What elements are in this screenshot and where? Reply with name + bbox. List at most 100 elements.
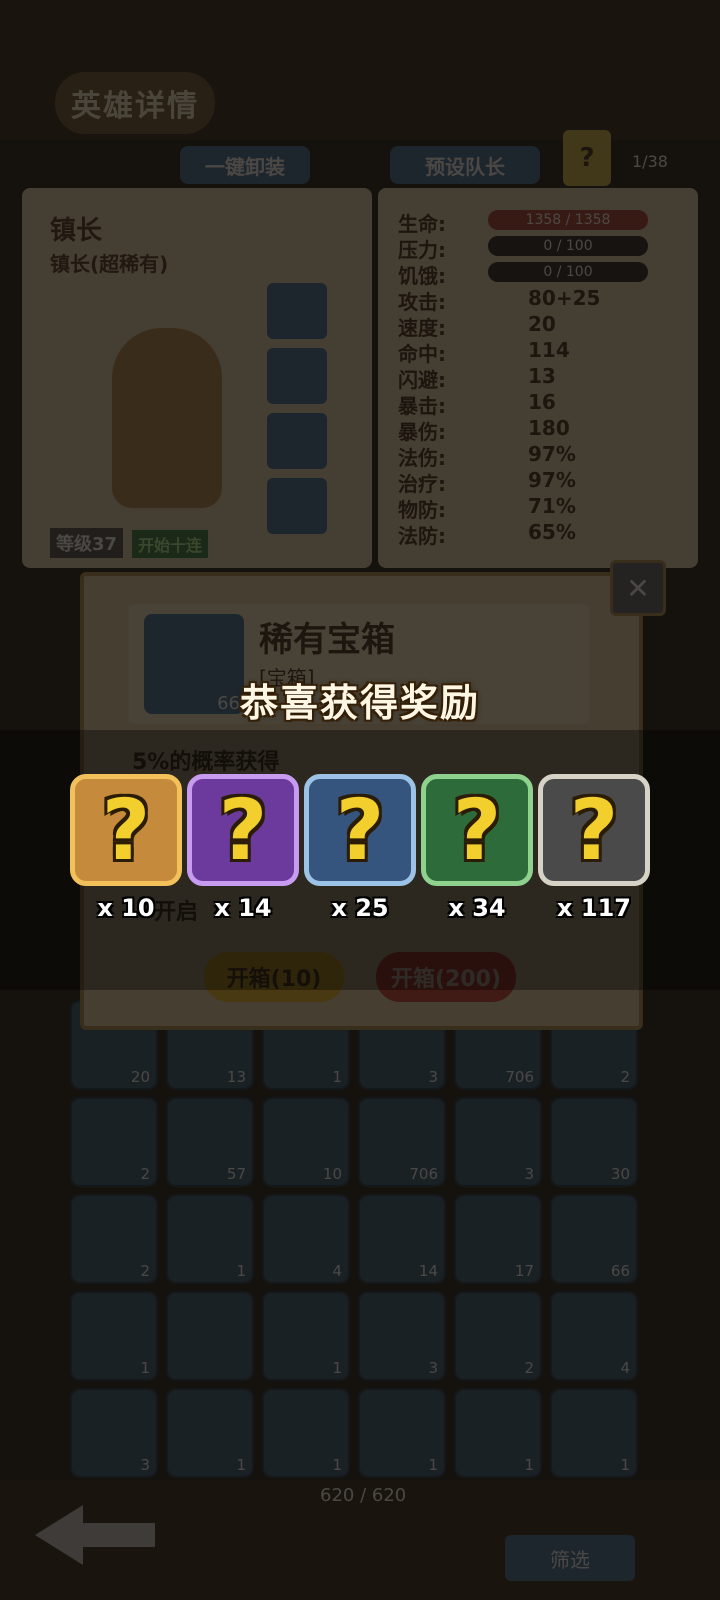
reward-count-2: x 14 [214, 894, 272, 922]
stat-label: 压力: [398, 238, 446, 262]
inventory-slot[interactable]: 14 [358, 1194, 446, 1284]
inventory-slot-count: 1 [236, 1456, 246, 1474]
question-mark-icon: ? [335, 781, 385, 879]
stat-value: 0 / 100 [488, 236, 648, 256]
inventory-slot-count: 1 [140, 1359, 150, 1377]
stat-value: 114 [528, 338, 570, 362]
inventory-slot-count: 13 [226, 1068, 246, 1086]
inventory-slot-count: 1 [620, 1456, 630, 1474]
inventory-slot[interactable]: 3 [454, 1097, 542, 1187]
help-button[interactable]: ? [563, 130, 611, 186]
inventory-slot-count: 3 [428, 1359, 438, 1377]
inventory-slot[interactable]: 1 [166, 1388, 254, 1478]
inventory-slot-count: 706 [505, 1068, 534, 1086]
stat-label: 法伤: [398, 446, 446, 470]
stat-value: 97% [528, 442, 576, 466]
stat-value: 80+25 [528, 286, 601, 310]
inventory-count: 620 / 620 [320, 1485, 407, 1506]
reward-count-4: x 34 [448, 894, 506, 922]
equip-slot-weapon[interactable] [267, 283, 327, 339]
stat-label: 法防: [398, 524, 446, 548]
inventory-slot-count: 2 [524, 1359, 534, 1377]
inventory-slot-count: 2 [620, 1068, 630, 1086]
reward-item-1[interactable]: ? [70, 774, 182, 886]
stat-label: 物防: [398, 498, 446, 522]
reward-item-4[interactable]: ? [421, 774, 533, 886]
stat-label: 治疗: [398, 472, 446, 496]
inventory-slot[interactable]: 66 [550, 1194, 638, 1284]
stat-value: 71% [528, 494, 576, 518]
inventory-slot-count: 66 [610, 1262, 630, 1280]
reward-count-1: x 10 [97, 894, 155, 922]
inventory-slot[interactable]: 1 [358, 1388, 446, 1478]
question-mark-icon: ? [569, 781, 619, 879]
stat-value: 97% [528, 468, 576, 492]
inventory-slot[interactable]: 30 [550, 1097, 638, 1187]
stat-value: 65% [528, 520, 576, 544]
inventory-slot-count: 4 [332, 1262, 342, 1280]
inventory-slot[interactable]: 3 [70, 1388, 158, 1478]
equip-slot-trinket[interactable] [267, 478, 327, 534]
inventory-slot-count: 17 [514, 1262, 534, 1280]
stat-label: 暴击: [398, 394, 446, 418]
inventory-slot[interactable]: 17 [454, 1194, 542, 1284]
inventory-slot-count: 2 [140, 1165, 150, 1183]
inventory-slot[interactable] [166, 1291, 254, 1381]
equip-slot-accessory[interactable] [267, 413, 327, 469]
inventory-slot[interactable]: 57 [166, 1097, 254, 1187]
item-name: 稀有宝箱 [259, 620, 395, 660]
inventory-slot-count: 30 [610, 1165, 630, 1183]
stat-value: 16 [528, 390, 556, 414]
stat-value: 0 / 100 [488, 262, 648, 282]
hero-name: 镇长 [50, 216, 103, 246]
inventory-slot[interactable]: 2 [454, 1291, 542, 1381]
inventory-slot[interactable]: 2 [70, 1097, 158, 1187]
inventory-slot[interactable]: 2 [70, 1194, 158, 1284]
inventory-slot[interactable]: 1 [262, 1388, 350, 1478]
stat-label: 饥饿: [398, 264, 446, 288]
hero-subtitle: 镇长(超稀有) [50, 252, 169, 276]
inventory-slot-count: 4 [620, 1359, 630, 1377]
inventory-slot-count: 1 [428, 1456, 438, 1474]
inventory-slot[interactable]: 706 [358, 1097, 446, 1187]
inventory-slot-count: 10 [322, 1165, 342, 1183]
screen-title: 英雄详情 [55, 72, 215, 134]
inventory-slot[interactable]: 4 [550, 1291, 638, 1381]
stat-value: 1358 / 1358 [488, 210, 648, 230]
stat-label: 暴伤: [398, 420, 446, 444]
hero-portrait [112, 328, 222, 508]
inventory-slot[interactable]: 3 [358, 1291, 446, 1381]
inventory-slot-count: 1 [332, 1359, 342, 1377]
reward-count-3: x 25 [331, 894, 389, 922]
hero-status-tag: 开始十连 [132, 530, 209, 558]
inventory-slot-count: 706 [409, 1165, 438, 1183]
close-popup-button[interactable]: ✕ [610, 560, 666, 616]
filter-button[interactable]: 筛选 [505, 1535, 635, 1581]
inventory-slot-count: 57 [226, 1165, 246, 1183]
inventory-slot[interactable]: 10 [262, 1097, 350, 1187]
page-indicator: 1/38 [632, 152, 668, 171]
inventory-slot[interactable]: 4 [262, 1194, 350, 1284]
inventory-slot[interactable]: 1 [454, 1388, 542, 1478]
reward-item-5[interactable]: ? [538, 774, 650, 886]
stat-label: 闪避: [398, 368, 446, 392]
reward-item-2[interactable]: ? [187, 774, 299, 886]
stat-label: 攻击: [398, 290, 446, 314]
inventory-slot[interactable]: 1 [262, 1291, 350, 1381]
close-icon: ✕ [626, 571, 650, 605]
unequip-all-button[interactable]: 一键卸装 [180, 146, 310, 184]
stat-label: 速度: [398, 316, 446, 340]
stat-label: 生命: [398, 212, 446, 236]
equip-slot-armor[interactable] [267, 348, 327, 404]
inventory-slot[interactable]: 1 [166, 1194, 254, 1284]
reward-item-3[interactable]: ? [304, 774, 416, 886]
inventory-slot-count: 20 [130, 1068, 150, 1086]
preset-captain-button[interactable]: 预设队长 [390, 146, 540, 184]
inventory-slot-count: 14 [418, 1262, 438, 1280]
stat-label: 命中: [398, 342, 446, 366]
stats-panel: 生命: 1358 / 1358 压力: 0 / 100 饥饿: 0 / 100 攻击: 80+… [378, 188, 698, 568]
inventory-slot[interactable]: 1 [70, 1291, 158, 1381]
question-mark-icon: ? [218, 781, 268, 879]
stat-value: 180 [528, 416, 570, 440]
inventory-slot[interactable]: 1 [550, 1388, 638, 1478]
